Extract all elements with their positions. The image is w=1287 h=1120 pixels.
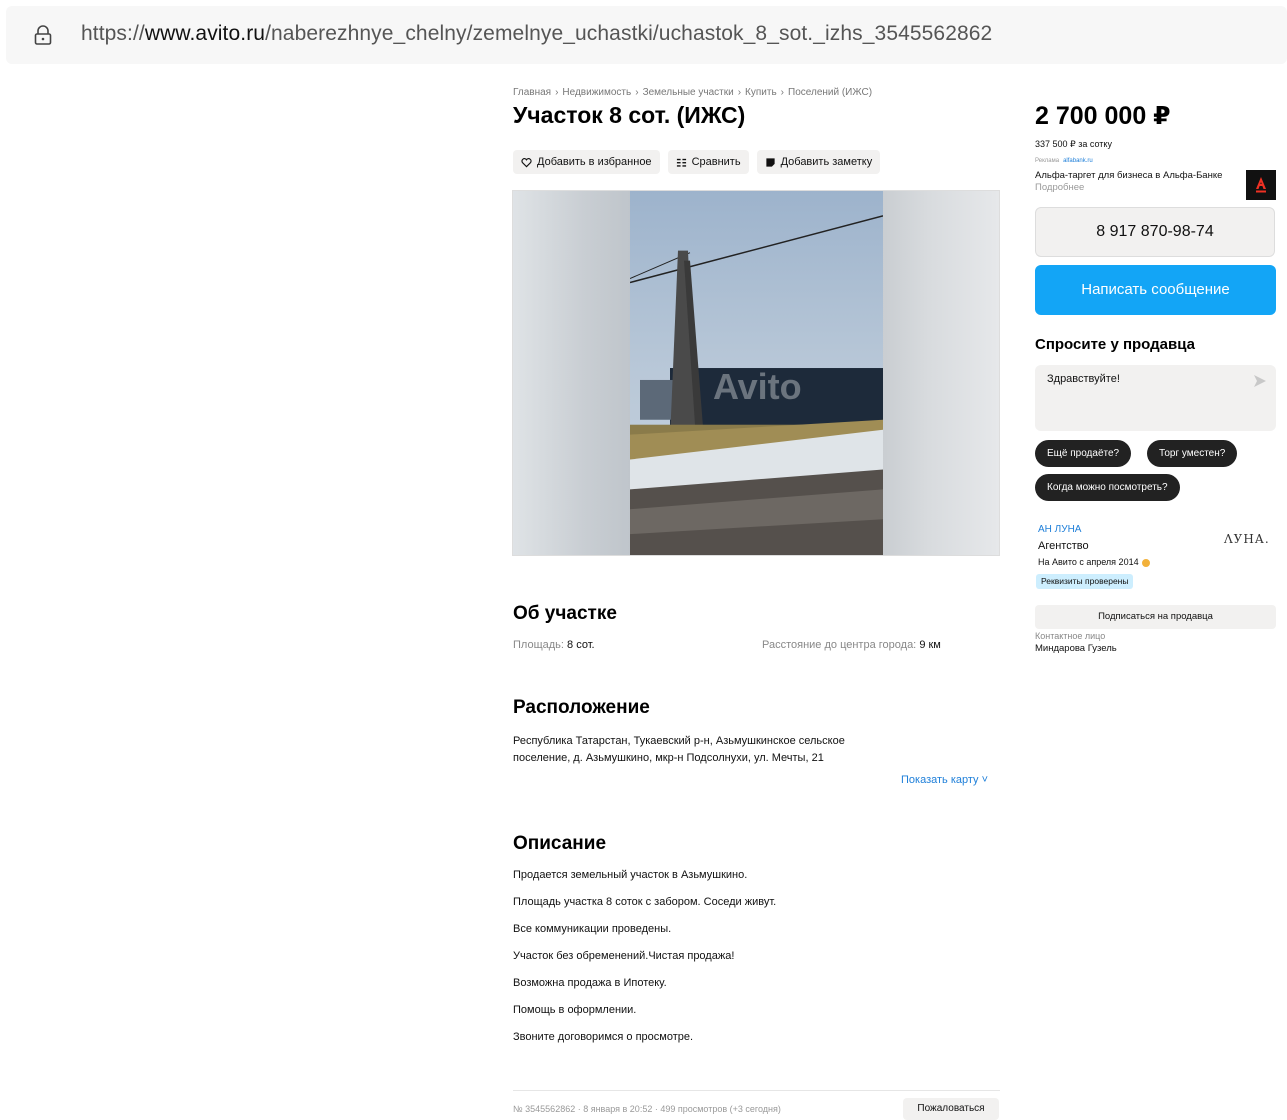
ask-seller-box <box>1035 365 1276 431</box>
contact-person-label: Контактное лицо <box>1035 631 1106 641</box>
add-favorite-label: Добавить в избранное <box>537 156 652 168</box>
listing-actions: Добавить в избранное Сравнить Добавить з… <box>513 150 881 174</box>
heart-icon <box>521 157 532 167</box>
show-map-link[interactable]: Показать карту ˅ <box>901 774 988 786</box>
ad-more-link[interactable]: Подробнее <box>1035 182 1084 193</box>
add-note-button[interactable]: Добавить заметку <box>756 150 881 174</box>
price: 2 700 000 ₽ <box>1035 102 1171 130</box>
photo-blur-left <box>513 191 630 555</box>
address-text: Республика Татарстан, Тукаевский р-н, Аз… <box>513 735 845 764</box>
browser-address-bar: https://www.avito.ru/naberezhnye_chelny/… <box>0 0 1287 68</box>
seller-name-link[interactable]: АН ЛУНА <box>1038 524 1081 535</box>
ask-seller-heading: Спросите у продавца <box>1035 336 1195 353</box>
report-button[interactable]: Пожаловаться <box>903 1098 999 1120</box>
ad-link[interactable]: alfabank.ru <box>1063 158 1093 164</box>
location-heading: Расположение <box>513 697 650 718</box>
ask-seller-input[interactable] <box>1047 373 1237 385</box>
verified-badge: Реквизиты проверены <box>1036 574 1134 589</box>
compare-label: Сравнить <box>691 156 741 168</box>
note-icon <box>765 157 775 167</box>
breadcrumb: Главная › Недвижимость › Земельные участки › К… <box>513 87 873 98</box>
compare-icon <box>676 158 686 167</box>
listing-meta: № 3545562862 · 8 января в 20:52 · 499 пр… <box>513 1104 781 1114</box>
compare-button[interactable]: Сравнить <box>667 150 749 174</box>
description-text: Продается земельный участок в Азьмушкино… <box>513 868 776 1057</box>
quick-question-chip[interactable]: Когда можно посмотреть? <box>1035 474 1180 501</box>
description-line: Помощь в оформлении. <box>513 1004 637 1016</box>
ad-label: Реклама alfabank.ru <box>1035 158 1093 164</box>
quick-question-chip[interactable]: Ещё продаёте? <box>1035 440 1132 467</box>
distance-value: 9 км <box>919 639 941 651</box>
distance-param: Расстояние до центра города: 9 км <box>762 639 941 651</box>
page-title: Участок 8 сот. (ИЖС) <box>513 102 746 128</box>
quick-question-chip[interactable]: Торг уместен? <box>1147 440 1238 467</box>
send-icon[interactable] <box>1253 374 1267 388</box>
description-line: Продается земельный участок в Азьмушкино… <box>513 869 748 881</box>
seller-type: Агентство <box>1038 540 1089 552</box>
breadcrumb-item-land[interactable]: Земельные участки <box>643 87 734 98</box>
alfa-logo-icon <box>1256 177 1266 193</box>
breadcrumb-item-home[interactable]: Главная <box>513 87 551 98</box>
seller-since: На Авито с апреля 2014 <box>1038 557 1150 567</box>
show-phone-button[interactable]: 8 917 870-98-74 <box>1035 207 1275 257</box>
description-heading: Описание <box>513 833 607 854</box>
photo-blur-right <box>882 191 999 555</box>
area-param: Площадь: 8 сот. <box>513 639 595 651</box>
photo-watermark: Avito <box>713 366 802 407</box>
breadcrumb-item-izhs[interactable]: Поселений (ИЖС) <box>788 87 872 98</box>
listing-photo[interactable]: Avito <box>512 190 1000 556</box>
breadcrumb-item-buy[interactable]: Купить <box>745 87 777 98</box>
write-message-button[interactable]: Написать сообщение <box>1035 265 1276 315</box>
description-line: Звоните договоримся о просмотре. <box>513 1031 694 1043</box>
description-line: Площадь участка 8 соток с забором. Сосед… <box>513 896 777 908</box>
area-value: 8 сот. <box>567 639 595 651</box>
description-line: Участок без обременений.Чистая продажа! <box>513 950 735 962</box>
description-line: Все коммуникации проведены. <box>513 923 672 935</box>
add-note-label: Добавить заметку <box>780 156 873 168</box>
alfa-bank-logo[interactable] <box>1246 170 1276 200</box>
description-line: Возможна продажа в Ипотеку. <box>513 977 667 989</box>
seller-logo[interactable]: ΛУНА. <box>1224 532 1270 546</box>
medal-icon <box>1141 558 1150 567</box>
price-per-sotka: 337 500 ₽ за сотку <box>1035 139 1112 149</box>
breadcrumb-item-realty[interactable]: Недвижимость <box>562 87 631 98</box>
lock-icon[interactable] <box>34 25 52 45</box>
ad-text[interactable]: Альфа-таргет для бизнеса в Альфа-Банке П… <box>1035 170 1230 194</box>
add-favorite-button[interactable]: Добавить в избранное <box>513 150 660 174</box>
footer-divider <box>513 1090 1000 1091</box>
about-heading: Об участке <box>513 603 617 624</box>
url-text[interactable]: https://www.avito.ru/naberezhnye_chelny/… <box>81 22 992 46</box>
url-domain: www.avito.ru <box>144 22 266 45</box>
subscribe-seller-button[interactable]: Подписаться на продавца <box>1035 605 1276 629</box>
contact-person-name: Миндарова Гузель <box>1035 643 1117 654</box>
